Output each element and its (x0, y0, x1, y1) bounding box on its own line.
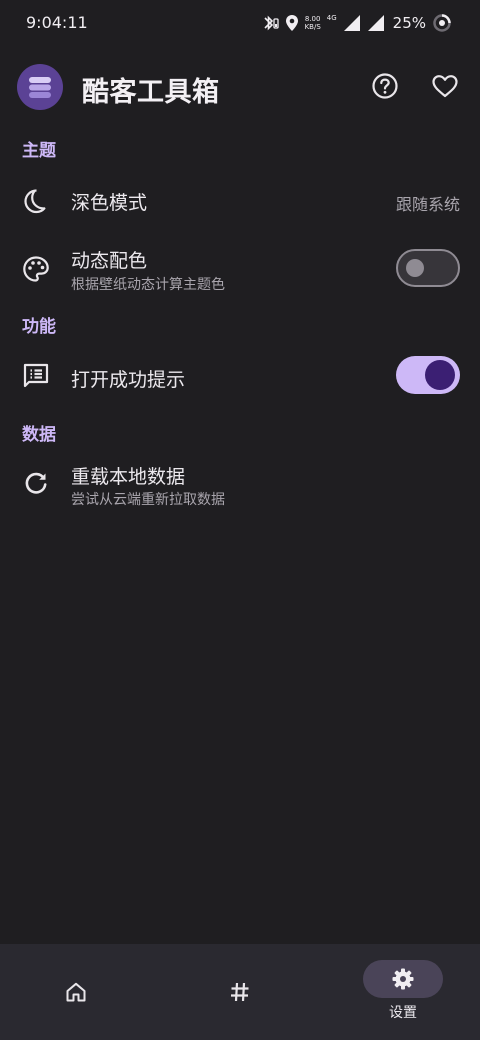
status-bar: 9:04:11 8.00 KB/S 4G 25% (0, 0, 480, 46)
nav-item-home[interactable] (0, 944, 160, 1040)
nav-item-tags[interactable] (160, 944, 320, 1040)
network-speed: 8.00 KB/S (305, 15, 321, 31)
dark-mode-title: 深色模式 (71, 192, 148, 214)
dynamic-color-subtitle: 根据壁纸动态计算主题色 (71, 277, 225, 293)
heart-outline-icon (432, 75, 458, 98)
network-type: 4G (326, 14, 337, 22)
signal-icon-2 (367, 15, 384, 31)
app-bar: 酷客工具箱 (0, 54, 480, 120)
network-speed-value: 8.00 (304, 15, 321, 23)
location-icon (285, 15, 298, 31)
network-speed-unit: KB/S (304, 23, 321, 31)
hash-icon (231, 982, 249, 1002)
dynamic-color-switch[interactable] (396, 249, 460, 287)
battery-percent: 25% (392, 14, 426, 32)
app-logo (17, 64, 63, 110)
bluetooth-battery-icon (263, 15, 279, 31)
setting-open-success-hint[interactable]: 打开成功提示 (0, 346, 480, 408)
section-header-data: 数据 (22, 425, 56, 445)
nav-label-settings: 设置 (389, 1005, 417, 1021)
open-success-hint-title: 打开成功提示 (71, 369, 186, 391)
help-button[interactable] (369, 70, 401, 102)
palette-icon (23, 256, 49, 282)
battery-ring-icon (433, 14, 451, 32)
moon-icon (24, 189, 46, 214)
stack-logo-icon (29, 77, 51, 98)
status-time: 9:04:11 (26, 13, 88, 32)
signal-icon (343, 15, 360, 31)
status-icons: 8.00 KB/S 4G 25% (263, 9, 452, 37)
refresh-icon (25, 472, 47, 494)
favorite-button[interactable] (429, 70, 461, 102)
dark-mode-value: 跟随系统 (395, 195, 460, 214)
dynamic-color-title: 动态配色 (71, 250, 148, 272)
help-circle-icon (372, 73, 398, 99)
switch-knob (406, 259, 424, 277)
switch-knob (425, 360, 455, 390)
open-success-hint-switch[interactable] (396, 356, 460, 394)
app-title: 酷客工具箱 (82, 77, 220, 108)
setting-reload-local-data[interactable]: 重载本地数据 尝试从云端重新拉取数据 (0, 452, 480, 518)
bottom-navigation: 设置 (0, 944, 480, 1040)
setting-dark-mode[interactable]: 深色模式 跟随系统 (0, 170, 480, 232)
section-header-theme: 主题 (22, 141, 56, 161)
message-text-icon (23, 363, 49, 388)
reload-local-data-title: 重载本地数据 (71, 466, 186, 488)
section-header-features: 功能 (22, 317, 56, 337)
setting-dynamic-color[interactable]: 动态配色 根据壁纸动态计算主题色 (0, 238, 480, 302)
reload-local-data-subtitle: 尝试从云端重新拉取数据 (71, 492, 225, 508)
nav-item-settings[interactable]: 设置 (323, 944, 480, 1040)
gear-icon (392, 968, 414, 990)
home-icon (66, 982, 86, 1002)
